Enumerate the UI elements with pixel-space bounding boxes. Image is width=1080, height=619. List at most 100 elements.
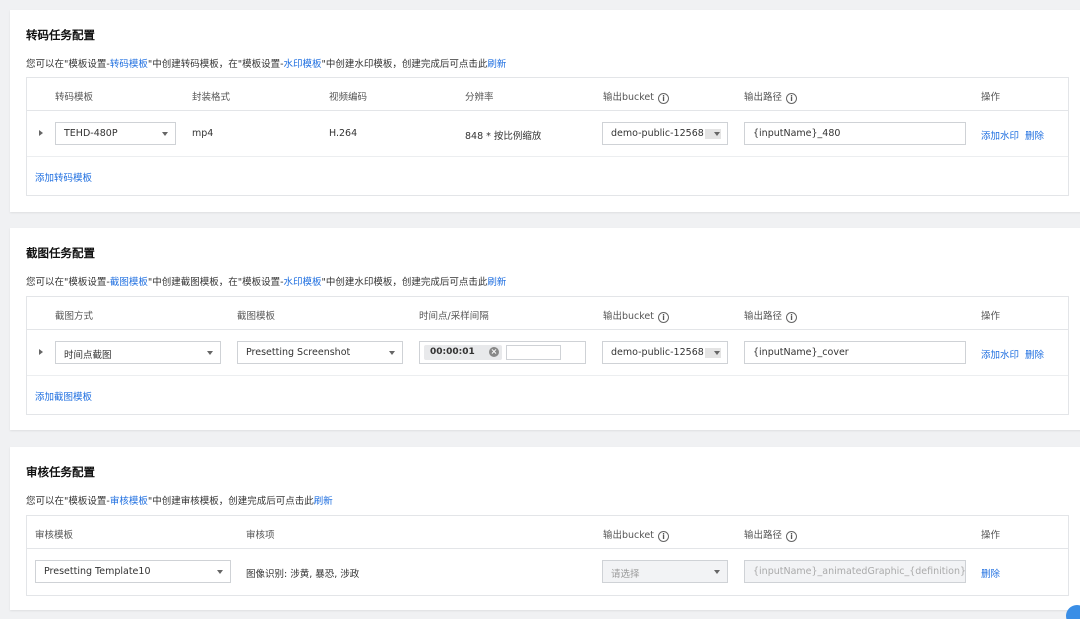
refresh-link[interactable]: 刷新 bbox=[314, 496, 333, 507]
select-value: Presetting Template10 bbox=[44, 566, 151, 577]
output-path-input[interactable]: {inputName}_480 bbox=[744, 122, 966, 145]
header-mode: 截图方式 bbox=[55, 311, 94, 322]
header-bucket: 输出bucket i bbox=[603, 527, 670, 542]
snapshot-template-link[interactable]: 截图模板 bbox=[110, 277, 148, 288]
add-watermark-link[interactable]: 添加水印 bbox=[981, 128, 1019, 142]
output-path-input[interactable]: {inputName}_animatedGraphic_{definition}… bbox=[744, 560, 966, 583]
info-icon[interactable]: i bbox=[658, 531, 670, 542]
snapshot-table: 截图方式 截图模板 时间点/采样间隔 输出bucket i 输出路径 i 操作 时间… bbox=[26, 296, 1069, 415]
dropdown-arrow-icon bbox=[162, 132, 168, 136]
header-items: 审核项 bbox=[246, 530, 275, 541]
snapshot-title: 截图任务配置 bbox=[26, 246, 95, 260]
bucket-select[interactable]: demo-public-12568 bbox=[602, 341, 728, 364]
bucket-select[interactable]: 请选择 bbox=[602, 560, 728, 583]
header-template: 截图模板 bbox=[237, 311, 276, 322]
transcode-template-link[interactable]: 转码模板 bbox=[110, 59, 148, 70]
audit-table: 审核模板 审核项 输出bucket i 输出路径 i 操作 Presetting T… bbox=[26, 515, 1069, 596]
add-transcode-template-link[interactable]: 添加转码模板 bbox=[35, 170, 92, 184]
header-bucket: 输出bucket i bbox=[603, 308, 670, 323]
format-value: mp4 bbox=[192, 128, 214, 139]
table-header: 截图方式 截图模板 时间点/采样间隔 输出bucket i 输出路径 i 操作 bbox=[27, 297, 1068, 330]
bucket-select[interactable]: demo-public-12568 bbox=[602, 122, 728, 145]
snapshot-card: 截图任务配置 您可以在"模板设置-截图模板"中创建截图模板，在"模板设置-水印模… bbox=[10, 228, 1080, 430]
header-path-label: 输出路径 bbox=[744, 530, 783, 541]
select-value: 时间点截图 bbox=[64, 350, 112, 361]
desc-text: "中创建水印模板，创建完成后可点击此 bbox=[321, 59, 488, 70]
dropdown-arrow-icon bbox=[217, 570, 223, 574]
header-ops: 操作 bbox=[981, 92, 1001, 103]
dropdown-arrow-icon bbox=[714, 570, 720, 574]
audit-desc: 您可以在"模板设置-审核模板"中创建审核模板，创建完成后可点击此刷新 bbox=[26, 493, 333, 507]
audit-title: 审核任务配置 bbox=[26, 465, 95, 479]
header-format: 封装格式 bbox=[192, 92, 231, 103]
time-tag-label: 00:00:01 bbox=[430, 347, 475, 357]
desc-text: "中创建水印模板，创建完成后可点击此 bbox=[321, 277, 488, 288]
info-icon[interactable]: i bbox=[658, 93, 670, 104]
transcode-card: 转码任务配置 您可以在"模板设置-转码模板"中创建转码模板，在"模板设置-水印模… bbox=[10, 10, 1080, 212]
desc-text: "中创建转码模板，在"模板设置- bbox=[147, 59, 284, 70]
info-icon[interactable]: i bbox=[658, 312, 670, 323]
time-point-input[interactable]: 00:00:01 × bbox=[419, 341, 586, 364]
select-value: TEHD-480P bbox=[64, 128, 118, 139]
header-bucket: 输出bucket i bbox=[603, 89, 670, 104]
header-time: 时间点/采样间隔 bbox=[419, 311, 489, 322]
table-row: 时间点截图 Presetting Screenshot 00:00:01 × de… bbox=[27, 330, 1068, 376]
header-path-label: 输出路径 bbox=[744, 311, 783, 322]
header-bucket-label: 输出bucket bbox=[603, 92, 655, 103]
header-template: 转码模板 bbox=[55, 92, 94, 103]
desc-text: 您可以在"模板设置- bbox=[26, 59, 110, 70]
transcode-table: 转码模板 封装格式 视频编码 分辨率 输出bucket i 输出路径 i 操作 TE… bbox=[26, 77, 1069, 196]
info-icon[interactable]: i bbox=[786, 531, 798, 542]
info-icon[interactable]: i bbox=[786, 93, 798, 104]
select-value: demo-public-12568 bbox=[611, 128, 704, 139]
add-row: 添加转码模板 bbox=[27, 157, 1068, 195]
header-path: 输出路径 i bbox=[744, 308, 798, 323]
time-entry-field[interactable] bbox=[506, 345, 561, 360]
delete-link[interactable]: 删除 bbox=[1025, 347, 1044, 361]
snapshot-template-select[interactable]: Presetting Screenshot bbox=[237, 341, 403, 364]
select-value: demo-public-12568 bbox=[611, 347, 704, 358]
header-bucket-label: 输出bucket bbox=[603, 311, 655, 322]
watermark-template-link[interactable]: 水印模板 bbox=[284, 59, 322, 70]
audit-items-value: 图像识别: 涉黄, 暴恐, 涉政 bbox=[246, 569, 360, 580]
output-path-input[interactable]: {inputName}_cover bbox=[744, 341, 966, 364]
dropdown-arrow-icon bbox=[389, 351, 395, 355]
delete-link[interactable]: 删除 bbox=[981, 566, 1000, 580]
add-watermark-link[interactable]: 添加水印 bbox=[981, 347, 1019, 361]
snapshot-desc: 您可以在"模板设置-截图模板"中创建截图模板，在"模板设置-水印模板"中创建水印… bbox=[26, 274, 506, 288]
header-ops: 操作 bbox=[981, 311, 1001, 322]
header-path-label: 输出路径 bbox=[744, 92, 783, 103]
dropdown-arrow-icon bbox=[714, 132, 720, 136]
codec-value: H.264 bbox=[329, 128, 358, 139]
delete-link[interactable]: 删除 bbox=[1025, 128, 1044, 142]
header-resolution: 分辨率 bbox=[465, 92, 494, 103]
refresh-link[interactable]: 刷新 bbox=[487, 59, 506, 70]
select-placeholder: 请选择 bbox=[611, 569, 640, 580]
desc-text: 您可以在"模板设置- bbox=[26, 496, 110, 507]
header-path: 输出路径 i bbox=[744, 89, 798, 104]
refresh-link[interactable]: 刷新 bbox=[487, 277, 506, 288]
header-bucket-label: 输出bucket bbox=[603, 530, 655, 541]
snapshot-mode-select[interactable]: 时间点截图 bbox=[55, 341, 221, 364]
audit-card: 审核任务配置 您可以在"模板设置-审核模板"中创建审核模板，创建完成后可点击此刷… bbox=[10, 447, 1080, 610]
audit-template-link[interactable]: 审核模板 bbox=[110, 496, 148, 507]
header-template: 审核模板 bbox=[35, 530, 74, 541]
header-ops: 操作 bbox=[981, 530, 1001, 541]
add-snapshot-template-link[interactable]: 添加截图模板 bbox=[35, 389, 92, 403]
transcode-template-select[interactable]: TEHD-480P bbox=[55, 122, 176, 145]
desc-text: 您可以在"模板设置- bbox=[26, 277, 110, 288]
add-row: 添加截图模板 bbox=[27, 376, 1068, 414]
clear-tag-icon[interactable]: × bbox=[489, 347, 499, 357]
desc-text: "中创建截图模板，在"模板设置- bbox=[147, 277, 284, 288]
expand-caret-icon[interactable] bbox=[39, 349, 43, 355]
expand-caret-icon[interactable] bbox=[39, 130, 43, 136]
dropdown-arrow-icon bbox=[714, 351, 720, 355]
info-icon[interactable]: i bbox=[786, 312, 798, 323]
audit-template-select[interactable]: Presetting Template10 bbox=[35, 560, 231, 583]
header-path: 输出路径 i bbox=[744, 527, 798, 542]
header-codec: 视频编码 bbox=[329, 92, 368, 103]
watermark-template-link[interactable]: 水印模板 bbox=[284, 277, 322, 288]
select-value: Presetting Screenshot bbox=[246, 347, 351, 358]
table-row: Presetting Template10 图像识别: 涉黄, 暴恐, 涉政 请… bbox=[27, 549, 1068, 595]
resolution-value: 848 * 按比例缩放 bbox=[465, 131, 542, 142]
